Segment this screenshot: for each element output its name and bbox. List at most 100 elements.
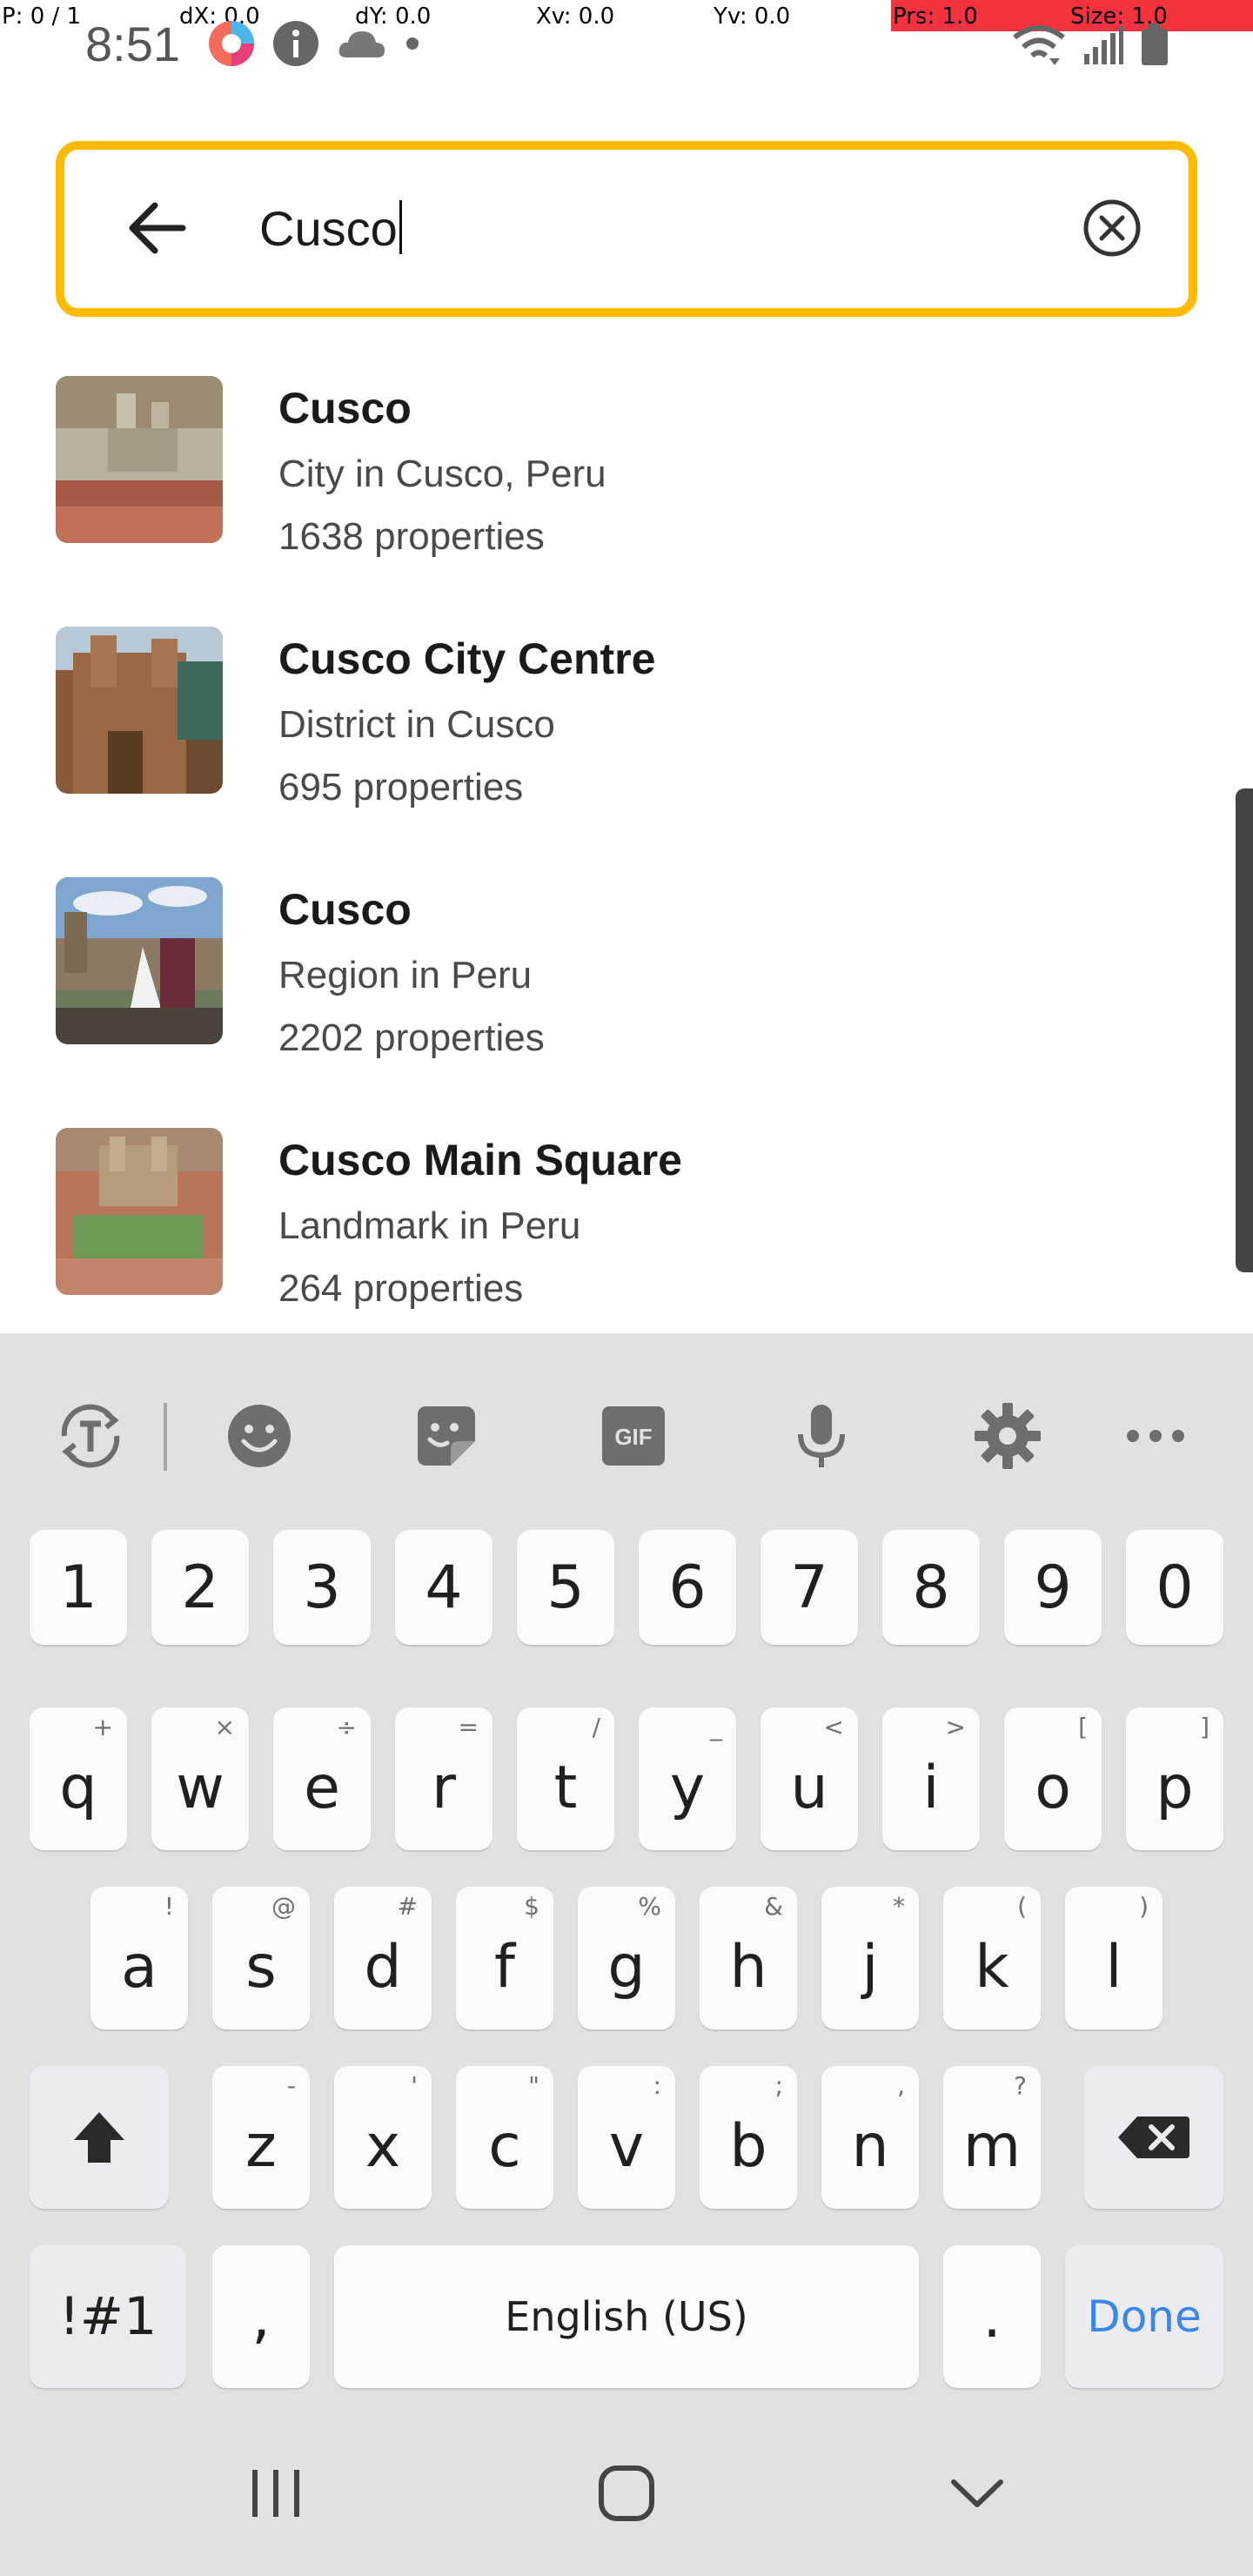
key-o[interactable]: [o — [1004, 1707, 1102, 1850]
key-label: o — [1035, 1753, 1071, 1822]
back-chevron-icon — [951, 2479, 1003, 2507]
key-9[interactable]: 9 — [1004, 1530, 1102, 1645]
sticker-button[interactable] — [404, 1394, 487, 1478]
recent-apps-button[interactable] — [228, 2445, 324, 2541]
key-v[interactable]: :v — [578, 2066, 675, 2209]
key-j[interactable]: * j — [821, 1887, 919, 2029]
backspace-key[interactable] — [1084, 2066, 1223, 2209]
key-alt-label: [ — [1078, 1713, 1088, 1741]
scrollbar-thumb[interactable] — [1236, 788, 1253, 1272]
key-z[interactable]: -z — [212, 2066, 310, 2209]
clear-search-button[interactable] — [1079, 195, 1145, 261]
home-button[interactable] — [579, 2445, 674, 2541]
key-5[interactable]: 5 — [517, 1530, 614, 1645]
key-8[interactable]: 8 — [882, 1530, 980, 1645]
key-i[interactable]: > i — [882, 1707, 980, 1850]
battery-icon — [1142, 23, 1168, 65]
result-subtitle: Landmark in Peru — [278, 1204, 581, 1247]
key-label: h — [729, 1932, 767, 2002]
list-item[interactable]: Cusco Region in Peru 2202 properties — [0, 867, 1236, 1117]
key-c[interactable]: " c — [456, 2066, 553, 2209]
more-dots-icon — [1127, 1430, 1184, 1442]
search-box[interactable]: Cusco — [56, 141, 1197, 317]
key-label: n — [851, 2111, 889, 2181]
key-label: e — [304, 1753, 340, 1822]
key-e[interactable]: ÷ e — [273, 1707, 371, 1850]
key-x[interactable]: ' x — [334, 2066, 432, 2209]
key-q[interactable]: + q — [30, 1707, 127, 1850]
done-key[interactable]: Done — [1065, 2245, 1223, 2388]
symbols-key[interactable]: !#1 — [30, 2245, 186, 2388]
text-translate-button[interactable] — [49, 1394, 132, 1478]
key-label: r — [432, 1753, 456, 1822]
key-alt-label: - — [286, 2071, 296, 2100]
list-item[interactable]: Cusco Main Square Landmark in Peru 264 p… — [0, 1117, 1236, 1368]
key-1[interactable]: 1 — [30, 1530, 127, 1645]
voice-input-button[interactable] — [780, 1394, 863, 1478]
text-translate-icon — [61, 1404, 120, 1468]
period-key[interactable]: . — [943, 2245, 1041, 2388]
key-p[interactable]: ] p — [1126, 1707, 1223, 1850]
search-input-text: Cusco — [259, 201, 398, 256]
key-w[interactable]: × w — [151, 1707, 249, 1850]
key-b[interactable]: ; b — [700, 2066, 797, 2209]
key-6[interactable]: 6 — [639, 1530, 736, 1645]
key-alt-label: + — [92, 1713, 113, 1741]
search-input[interactable]: Cusco — [259, 191, 402, 266]
key-4[interactable]: 4 — [395, 1530, 492, 1645]
key-label: u — [790, 1753, 828, 1822]
cloud-icon — [338, 31, 385, 57]
backspace-icon — [1118, 2116, 1189, 2158]
list-item[interactable]: Cusco City Centre District in Cusco 695 … — [0, 616, 1236, 867]
info-icon — [273, 21, 318, 66]
key-label: 1 — [59, 1553, 97, 1622]
key-0[interactable]: 0 — [1126, 1530, 1223, 1645]
emoji-button[interactable] — [218, 1394, 301, 1478]
shift-arrow-icon — [74, 2112, 124, 2163]
key-f[interactable]: $ f — [456, 1887, 553, 2029]
key-t[interactable]: / t — [517, 1707, 614, 1850]
key-n[interactable]: ,n — [821, 2066, 919, 2209]
key-alt-label: # — [397, 1892, 418, 1921]
key-alt-label: % — [638, 1892, 661, 1921]
key-2[interactable]: 2 — [151, 1530, 249, 1645]
home-icon — [599, 2465, 654, 2521]
key-h[interactable]: & h — [700, 1887, 797, 2029]
toolbar-divider — [164, 1403, 167, 1471]
key-7[interactable]: 7 — [761, 1530, 858, 1645]
debug-pointer: P: 0 / 1 — [2, 3, 82, 30]
key-m[interactable]: ? m — [943, 2066, 1041, 2209]
space-key[interactable]: English (US) — [334, 2245, 919, 2388]
key-3[interactable]: 3 — [273, 1530, 371, 1645]
back-nav-button[interactable] — [929, 2445, 1025, 2541]
key-label: 2 — [181, 1553, 219, 1622]
gif-icon: GIF — [602, 1406, 665, 1466]
key-label: !#1 — [58, 2286, 157, 2347]
gif-button[interactable]: GIF — [592, 1394, 675, 1478]
list-item[interactable]: Cusco City in Cusco, Peru 1638 propertie… — [0, 366, 1236, 616]
key-s[interactable]: @ s — [212, 1887, 310, 2029]
back-button[interactable] — [122, 193, 191, 263]
key-d[interactable]: # d — [334, 1887, 432, 2029]
keyboard-settings-button[interactable] — [966, 1394, 1049, 1478]
microphone-icon — [798, 1405, 845, 1467]
result-subtitle: Region in Peru — [278, 954, 533, 996]
result-thumbnail — [56, 627, 223, 794]
comma-key[interactable]: , — [212, 2245, 310, 2388]
keyboard: GIF 1 2 3 4 5 6 7 8 9 0 + q × w ÷ e = r … — [0, 1333, 1253, 2576]
more-options-button[interactable] — [1114, 1394, 1197, 1478]
status-right-icons — [1011, 21, 1169, 70]
key-alt-label: ( — [1017, 1892, 1027, 1921]
key-u[interactable]: < u — [761, 1707, 858, 1850]
key-y[interactable]: _ y — [639, 1707, 736, 1850]
key-g[interactable]: % g — [578, 1887, 675, 2029]
key-l[interactable]: ) l — [1065, 1887, 1163, 2029]
key-k[interactable]: (k — [943, 1887, 1041, 2029]
shift-key[interactable] — [30, 2066, 169, 2209]
key-a[interactable]: ! a — [90, 1887, 188, 2029]
key-r[interactable]: = r — [395, 1707, 492, 1850]
key-label: 0 — [1156, 1553, 1194, 1622]
key-label: q — [59, 1753, 97, 1822]
key-alt-label: @ — [271, 1892, 296, 1921]
result-subtitle: City in Cusco, Peru — [278, 453, 606, 495]
